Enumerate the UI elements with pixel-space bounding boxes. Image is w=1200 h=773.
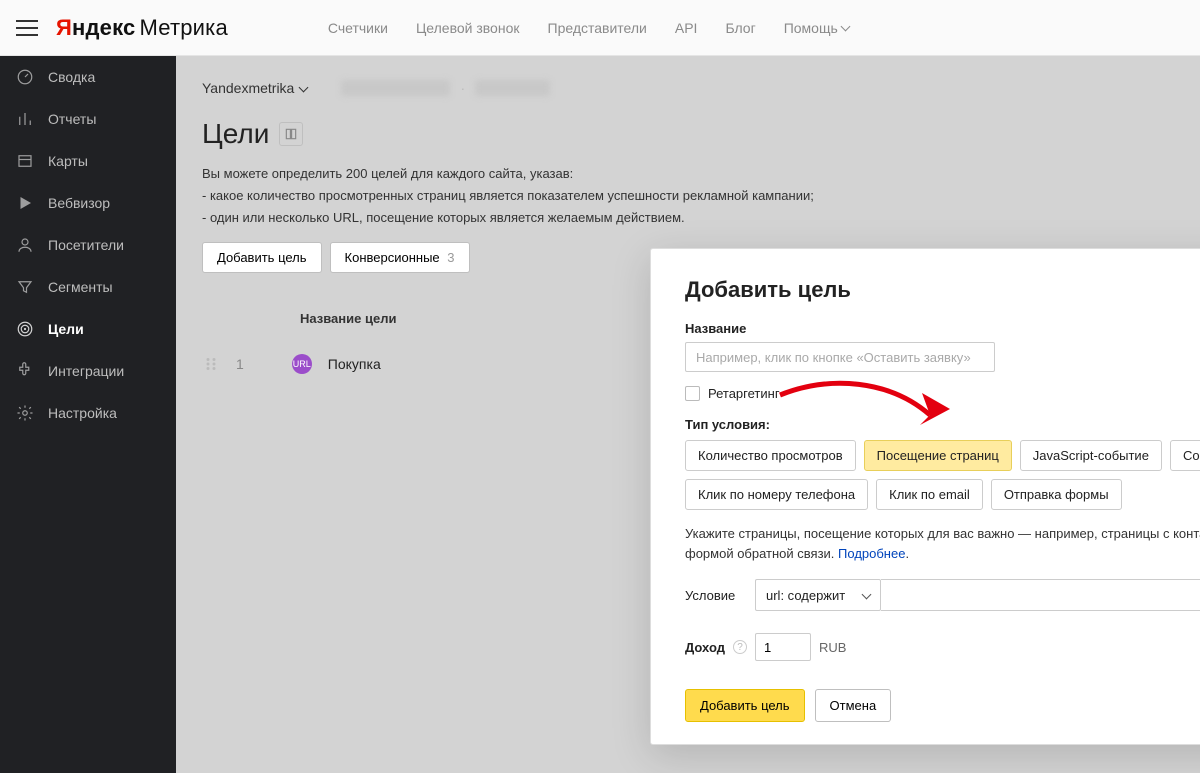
submit-goal-button[interactable]: Добавить цель	[685, 689, 805, 722]
sidebar-item-label: Интеграции	[48, 363, 124, 379]
counter-name: Yandexmetrika	[202, 80, 294, 96]
pill-email-click[interactable]: Клик по email	[876, 479, 983, 510]
condition-row: Условие url: содержит +	[685, 579, 1200, 611]
sidebar-item-label: Сегменты	[48, 279, 113, 295]
chevron-down-icon	[299, 82, 309, 92]
target-icon	[16, 320, 34, 338]
gauge-icon	[16, 68, 34, 86]
logo[interactable]: Яндекс Метрика	[56, 15, 228, 41]
logo-yandex: ндекс	[72, 15, 135, 41]
condition-select[interactable]: url: содержит	[755, 579, 881, 611]
page-description: Вы можете определить 200 целей для каждо…	[202, 164, 1190, 228]
topnav-api[interactable]: API	[675, 20, 698, 36]
account-email-blurred: xxxxxx@xxxxx.xx	[341, 80, 450, 96]
condition-label: Условие	[685, 588, 745, 603]
hint-part: Укажите страницы, посещение которых для …	[685, 526, 1200, 561]
income-label: Доход	[685, 640, 725, 655]
condition-url-input[interactable]	[881, 579, 1200, 611]
hint-dot: .	[905, 546, 909, 561]
sidebar-item-maps[interactable]: Карты	[0, 140, 176, 182]
top-nav: Счетчики Целевой звонок Представители AP…	[328, 20, 849, 36]
gear-icon	[16, 404, 34, 422]
sidebar-item-webvisor[interactable]: Вебвизор	[0, 182, 176, 224]
separator: ·	[460, 80, 465, 96]
page-header: Цели	[202, 118, 1190, 150]
condition-type-pills: Количество просмотров Посещение страниц …	[685, 440, 1200, 510]
sidebar: Сводка Отчеты Карты Вебвизор Посетители …	[0, 56, 176, 773]
cancel-button[interactable]: Отмена	[815, 689, 892, 722]
row-index: 1	[236, 356, 244, 372]
topnav-reps[interactable]: Представители	[548, 20, 647, 36]
sidebar-item-reports[interactable]: Отчеты	[0, 98, 176, 140]
sidebar-item-label: Настройка	[48, 405, 117, 421]
sidebar-item-settings[interactable]: Настройка	[0, 392, 176, 434]
pill-phone-click[interactable]: Клик по номеру телефона	[685, 479, 868, 510]
funnel-icon	[16, 278, 34, 296]
sidebar-item-goals[interactable]: Цели	[0, 308, 176, 350]
income-input[interactable]	[755, 633, 811, 661]
goal-name-input[interactable]	[685, 342, 995, 372]
income-currency: RUB	[819, 640, 846, 655]
chevron-down-icon	[862, 589, 872, 599]
sidebar-item-label: Посетители	[48, 237, 124, 253]
retargeting-label: Ретаргетинг	[708, 386, 780, 401]
add-goal-modal: Добавить цель Название Ретаргетинг Тип у…	[650, 248, 1200, 745]
sidebar-item-integrations[interactable]: Интеграции	[0, 350, 176, 392]
user-icon	[16, 236, 34, 254]
pill-page-visits[interactable]: Посещение страниц	[864, 440, 1012, 471]
sidebar-item-summary[interactable]: Сводка	[0, 56, 176, 98]
topnav-blog[interactable]: Блог	[725, 20, 755, 36]
sidebar-item-label: Отчеты	[48, 111, 96, 127]
modal-footer: Добавить цель Отмена	[685, 689, 1200, 722]
url-badge-icon: URL	[292, 354, 312, 374]
modal-title: Добавить цель	[685, 277, 1200, 303]
chevron-down-icon	[840, 22, 850, 32]
topnav-help-label: Помощь	[784, 20, 838, 36]
checkbox-icon[interactable]	[685, 386, 700, 401]
play-icon	[16, 194, 34, 212]
hint-text: Укажите страницы, посещение которых для …	[685, 524, 1200, 563]
income-row: Доход ? RUB	[685, 633, 1200, 661]
map-icon	[16, 152, 34, 170]
condition-type-label: Тип условия:	[685, 417, 1200, 432]
counter-id-blurred: XXXXXXXX	[475, 80, 550, 96]
help-book-icon[interactable]	[279, 122, 303, 146]
puzzle-icon	[16, 362, 34, 380]
topbar: Яндекс Метрика Счетчики Целевой звонок П…	[0, 0, 1200, 56]
pill-composite[interactable]: Составная цель	[1170, 440, 1200, 471]
drag-handle-icon[interactable]	[202, 355, 220, 373]
name-label: Название	[685, 321, 1200, 336]
conversion-filter-button[interactable]: Конверсионные 3	[330, 242, 470, 273]
intro-text: Вы можете определить 200 целей для каждо…	[202, 164, 1190, 184]
logo-metrika: Метрика	[139, 15, 227, 41]
counter-selector[interactable]: Yandexmetrika	[202, 80, 307, 96]
menu-toggle-icon[interactable]	[16, 20, 38, 36]
goal-name[interactable]: Покупка	[328, 356, 381, 372]
retargeting-checkbox-row[interactable]: Ретаргетинг	[685, 386, 1200, 401]
help-hint-icon[interactable]: ?	[733, 640, 747, 654]
bullet-2: - один или несколько URL, посещение кото…	[202, 208, 1190, 228]
pill-js-event[interactable]: JavaScript-событие	[1020, 440, 1162, 471]
select-value: url: содержит	[766, 588, 845, 603]
topnav-counters[interactable]: Счетчики	[328, 20, 388, 36]
pill-views[interactable]: Количество просмотров	[685, 440, 856, 471]
pill-form-submit[interactable]: Отправка формы	[991, 479, 1122, 510]
bullet-1: - какое количество просмотренных страниц…	[202, 186, 1190, 206]
breadcrumb: Yandexmetrika xxxxxx@xxxxx.xx · XXXXXXXX	[202, 80, 1190, 96]
sidebar-item-label: Вебвизор	[48, 195, 110, 211]
conversion-label: Конверсионные	[345, 250, 440, 265]
sidebar-item-label: Карты	[48, 153, 88, 169]
page-title: Цели	[202, 118, 269, 150]
topnav-help[interactable]: Помощь	[784, 20, 849, 36]
sidebar-item-segments[interactable]: Сегменты	[0, 266, 176, 308]
sidebar-item-visitors[interactable]: Посетители	[0, 224, 176, 266]
bars-icon	[16, 110, 34, 128]
sidebar-item-label: Цели	[48, 321, 84, 337]
topnav-target-call[interactable]: Целевой звонок	[416, 20, 520, 36]
hint-more-link[interactable]: Подробнее	[838, 546, 905, 561]
conversion-count: 3	[447, 250, 454, 265]
sidebar-item-label: Сводка	[48, 69, 95, 85]
logo-y: Я	[56, 15, 72, 41]
add-goal-button[interactable]: Добавить цель	[202, 242, 322, 273]
